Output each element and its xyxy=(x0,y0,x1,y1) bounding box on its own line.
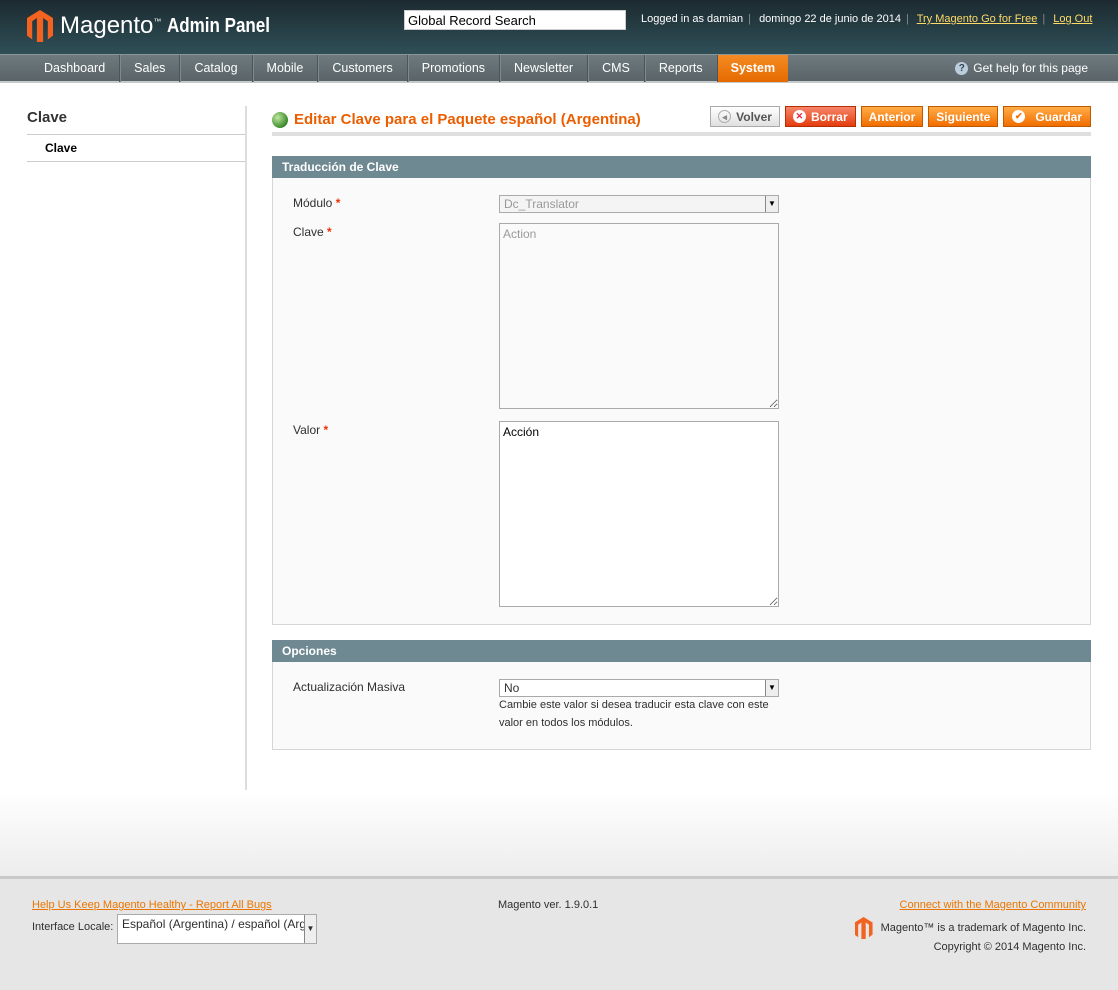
locale-label: Interface Locale: xyxy=(32,921,114,933)
module-label-text: Módulo xyxy=(293,196,333,210)
sidebar: Clave Clave xyxy=(27,106,247,790)
value-textarea[interactable]: Acción xyxy=(499,421,779,607)
mass-update-select[interactable]: No ▼ xyxy=(499,679,779,697)
chevron-down-icon: ▼ xyxy=(765,680,778,696)
save-label: Guardar xyxy=(1035,109,1082,124)
help-text: Get help for this page xyxy=(973,61,1088,75)
key-textarea[interactable]: Action xyxy=(499,223,779,409)
page-title: Editar Clave para el Paquete español (Ar… xyxy=(272,111,641,128)
logged-in-text: Logged in as damian xyxy=(641,13,744,25)
mass-update-value: No xyxy=(504,681,520,695)
sidebar-item-clave[interactable]: Clave xyxy=(27,135,245,162)
copyright-text: Copyright © 2014 Magento Inc. xyxy=(933,941,1086,953)
nav-item-cms[interactable]: CMS xyxy=(588,55,645,82)
module-select[interactable]: Dc_Translator ▼ xyxy=(499,195,779,213)
mass-update-note: Cambie este valor si desea traducir esta… xyxy=(499,699,769,729)
page-header: Editar Clave para el Paquete español (Ar… xyxy=(272,106,1091,136)
delete-button[interactable]: ✕ Borrar xyxy=(784,106,856,127)
footer-gradient xyxy=(0,790,1118,878)
try-magento-link[interactable]: Try Magento Go for Free xyxy=(917,13,1038,25)
next-button[interactable]: Siguiente xyxy=(928,106,999,127)
next-label: Siguiente xyxy=(936,109,991,124)
trademark-text: Magento™ is a trademark of Magento Inc. xyxy=(880,922,1086,934)
magento-logo-icon xyxy=(27,10,53,42)
main-nav: Dashboard Sales Catalog Mobile Customers Prom… xyxy=(0,54,1118,83)
required-mark: * xyxy=(323,423,329,437)
logout-link[interactable]: Log Out xyxy=(1053,13,1092,25)
chevron-down-icon: ▼ xyxy=(304,915,316,943)
nav-item-mobile[interactable]: Mobile xyxy=(253,55,319,82)
logo-text: Magento xyxy=(60,12,154,39)
mass-update-label: Actualización Masiva xyxy=(293,680,406,694)
locale-select[interactable]: Español (Argentina) / español (Argentina… xyxy=(117,914,317,944)
key-label-text: Clave xyxy=(293,225,324,239)
globe-icon xyxy=(272,111,288,128)
user-bar: Logged in as damian | domingo 22 de junio… xyxy=(641,13,1093,25)
header: Magento™ Admin Panel Logged in as damian… xyxy=(0,0,1118,54)
nav-item-catalog[interactable]: Catalog xyxy=(180,55,253,82)
nav-item-customers[interactable]: Customers xyxy=(318,55,408,82)
back-button[interactable]: ◂ Volver xyxy=(710,106,780,127)
global-search-input[interactable] xyxy=(404,10,626,30)
arrow-left-icon: ◂ xyxy=(718,110,732,123)
delete-icon: ✕ xyxy=(792,110,806,123)
module-label: Módulo * xyxy=(293,196,340,210)
previous-label: Anterior xyxy=(868,109,916,124)
date-text: domingo 22 de junio de 2014 xyxy=(759,13,901,25)
page-title-text: Editar Clave para el Paquete español (Ar… xyxy=(294,111,641,128)
delete-label: Borrar xyxy=(810,109,848,124)
check-icon: ✔ xyxy=(1012,110,1026,123)
community-link[interactable]: Connect with the Magento Community xyxy=(900,899,1086,911)
help-icon: ? xyxy=(955,61,969,75)
key-label: Clave * xyxy=(293,225,332,239)
back-label: Volver xyxy=(736,109,772,124)
logo-suffix: Admin Panel xyxy=(167,14,271,37)
report-bugs-link[interactable]: Help Us Keep Magento Healthy - Report Al… xyxy=(32,899,272,911)
nav-item-promotions[interactable]: Promotions xyxy=(408,55,501,82)
locale-value: Español (Argentina) / español (Argentina… xyxy=(122,917,316,931)
magento-logo-icon xyxy=(854,917,873,939)
nav-item-newsletter[interactable]: Newsletter xyxy=(500,55,589,82)
footer: Help Us Keep Magento Healthy - Report Al… xyxy=(0,876,1118,990)
value-label: Valor * xyxy=(293,423,328,437)
required-mark: * xyxy=(327,225,332,239)
fieldset-title: Traducción de Clave xyxy=(272,156,1091,178)
fieldset-title: Opciones xyxy=(272,640,1091,662)
main-content: Editar Clave para el Paquete español (Ar… xyxy=(272,106,1091,750)
nav-item-reports[interactable]: Reports xyxy=(645,55,718,82)
options-fieldset: Opciones Actualización Masiva No ▼ Cambie… xyxy=(272,640,1091,750)
chevron-down-icon: ▼ xyxy=(765,196,778,212)
module-value: Dc_Translator xyxy=(504,197,579,211)
version-text: Magento ver. 1.9.0.1 xyxy=(498,899,599,911)
nav-item-sales[interactable]: Sales xyxy=(120,55,181,82)
nav-item-dashboard[interactable]: Dashboard xyxy=(30,55,121,82)
save-button[interactable]: ✔ Guardar xyxy=(1003,106,1091,127)
previous-button[interactable]: Anterior xyxy=(860,106,924,127)
translation-fieldset: Traducción de Clave Módulo * Dc_Translat… xyxy=(272,156,1091,625)
required-mark: * xyxy=(335,196,341,210)
sidebar-title: Clave xyxy=(27,106,245,135)
value-label-text: Valor xyxy=(293,423,321,437)
nav-item-system[interactable]: System xyxy=(717,55,789,82)
magento-logo[interactable]: Magento ™ Admin Panel xyxy=(27,10,289,42)
help-link[interactable]: ? Get help for this page xyxy=(955,61,1088,75)
